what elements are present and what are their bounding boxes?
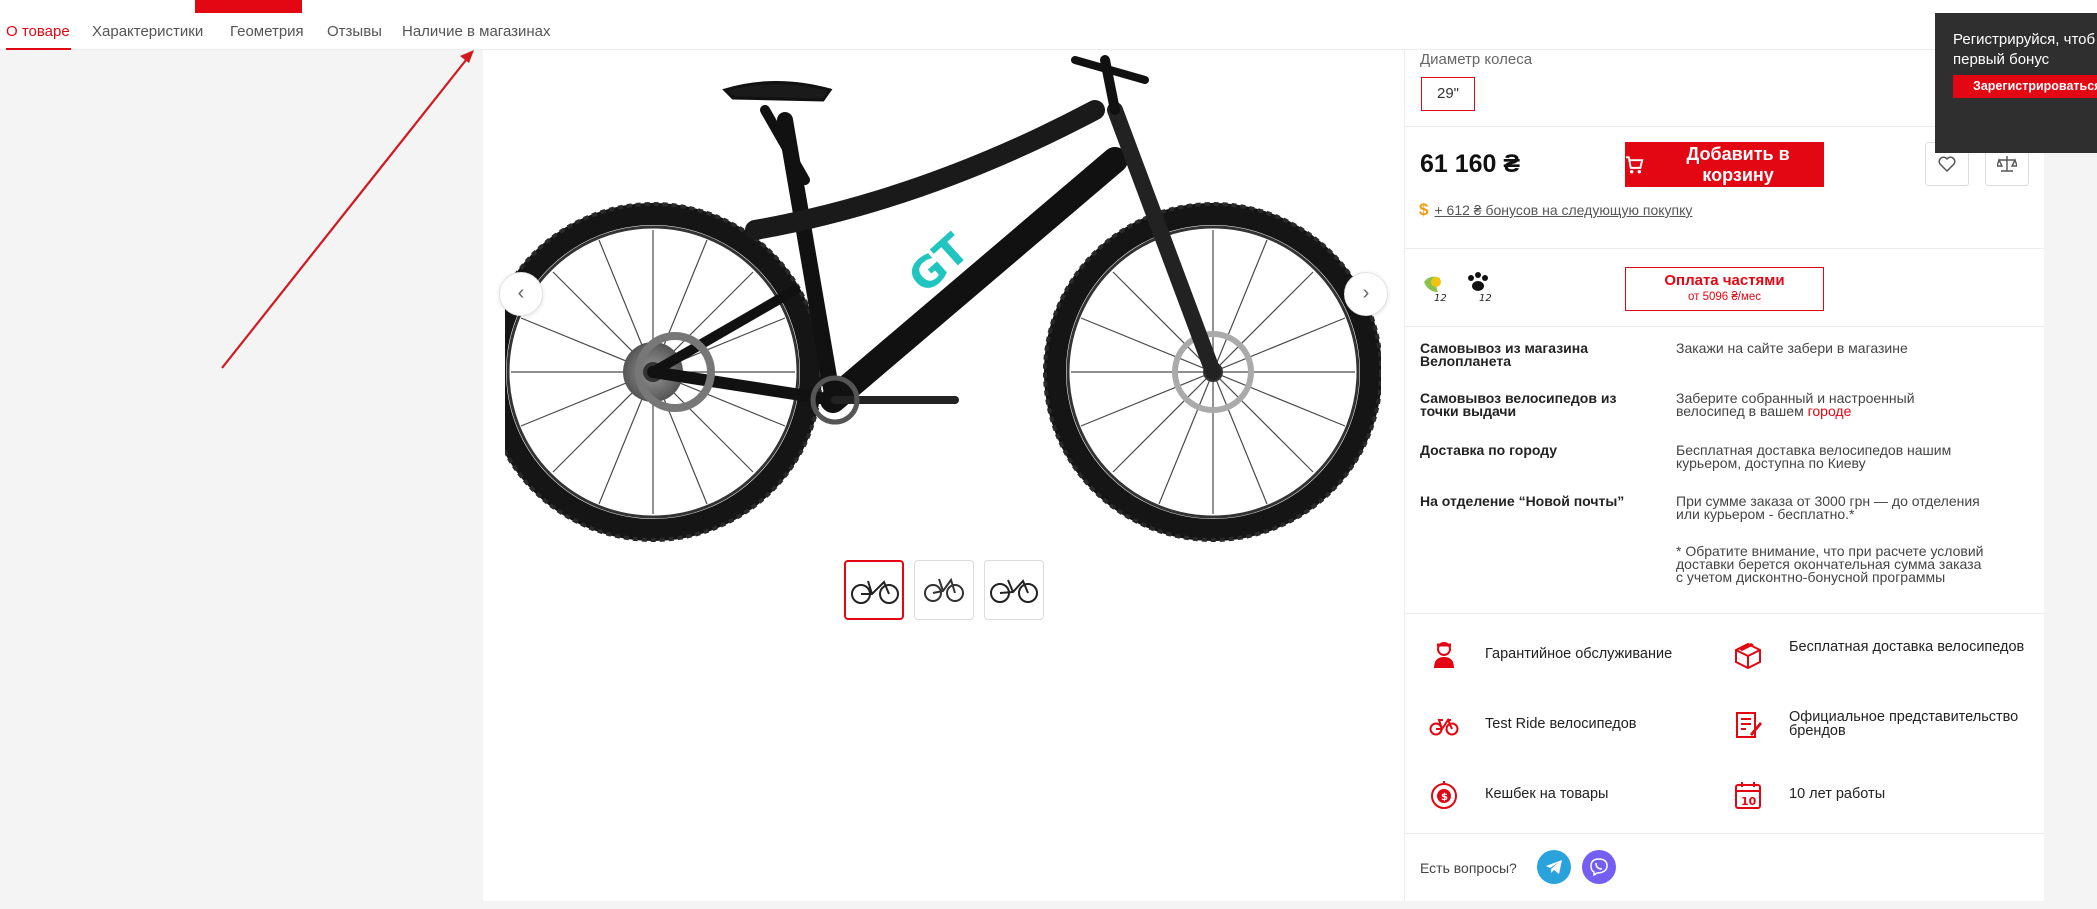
add-to-cart-button[interactable]: Добавить в корзину [1625,142,1824,187]
telegram-icon [1546,860,1562,874]
delivery-title: Доставка по городу [1420,442,1558,458]
wheel-size-option[interactable]: 29" [1421,77,1475,111]
thumbnail-2[interactable] [914,560,974,620]
bonus-dollar-icon: $ [1419,200,1429,219]
cashback-icon: $ [1431,781,1457,809]
certificate-icon [1736,712,1762,738]
divider [1405,833,2044,834]
delivery-box-icon [1735,642,1761,670]
installment-bank-icon[interactable]: 12 [1420,272,1448,304]
delivery-title: Самовывоз велосипедов из точки выдачи [1420,390,1617,419]
popup-text: Регистрируйся, чтоб первый бонус [1953,30,2095,70]
active-tab-underline [6,48,71,50]
bonus-link[interactable]: + 612 ₴ бонусов на следующую покупку [1434,202,1692,218]
delivery-note: * Обратите внимание, что при расчете усл… [1676,543,1984,585]
bonus-info: $ + 612 ₴ бонусов на следующую покупку [1419,200,1692,220]
questions-label: Есть вопросы? [1420,860,1517,876]
pay-in-parts-title: Оплата частями [1664,272,1785,289]
popup-line-2: первый бонус [1953,51,2050,68]
product-tabs: О товаре Характеристики Геометрия Отзывы… [0,13,2097,50]
viber-icon [1590,858,1608,876]
installment-paw-icon[interactable]: 12 [1465,272,1493,304]
divider [1405,248,2044,249]
register-button[interactable]: Зарегистрироваться [1953,75,2097,98]
heart-icon [1938,156,1956,172]
tab-about[interactable]: О товаре [6,23,70,40]
advantage-warranty: Гарантийное обслуживание [1485,646,1673,662]
delivery-text-main: Заберите собранный и настроенный велосип… [1676,390,1915,419]
svg-text:$: $ [1441,792,1448,803]
scales-icon [1997,156,2017,172]
product-image-bicycle[interactable]: GT [505,50,1381,542]
delivery-title: Самовывоз из магазина Велопланета [1420,340,1588,369]
tab-reviews[interactable]: Отзывы [327,23,382,40]
registration-popup: Регистрируйся, чтоб первый бонус Зарегис… [1935,13,2097,153]
delivery-text: Бесплатная доставка велосипедов нашим ку… [1676,442,1952,471]
gallery-prev-button[interactable]: ‹ [499,272,543,316]
advantage-cashback: Кешбек на товары [1485,786,1609,802]
advantage-test-ride: Test Ride велосипедов [1485,716,1637,732]
thumbnail-1[interactable] [844,560,904,620]
add-to-cart-label: Добавить в корзину [1686,143,1790,185]
top-bar [0,0,2097,13]
svg-text:12: 12 [1479,293,1492,302]
popup-line-1: Регистрируйся, чтоб [1953,31,2096,48]
advantage-10-years: 10 лет работы [1789,786,1886,802]
cart-icon [1625,155,1644,173]
tab-specs[interactable]: Характеристики [92,23,203,40]
advantage-official-brands: Официальное представительство брендов [1789,709,2019,739]
gallery-next-button[interactable]: › [1344,272,1388,316]
divider [1405,326,2044,327]
column-divider [1404,50,1405,901]
tab-geometry[interactable]: Геометрия [230,23,304,40]
mechanic-icon [1434,642,1454,668]
delivery-text: Закажи на сайте забери в магазине [1676,340,1908,356]
pay-in-parts-subtitle: от 5096 ₴/мес [1687,291,1762,303]
wheel-diameter-label: Диаметр колеса [1420,51,1533,68]
delivery-title: На отделение “Новой почты” [1420,493,1625,509]
pay-in-parts-button[interactable]: Оплата частями от 5096 ₴/мес [1625,267,1824,311]
viber-button[interactable] [1582,850,1616,884]
city-link[interactable]: городе [1808,403,1852,419]
advantage-free-delivery: Бесплатная доставка велосипедов [1789,639,2025,655]
thumbnail-3[interactable] [984,560,1044,620]
delivery-text: При сумме заказа от 3000 грн — до отделе… [1676,493,1980,522]
svg-text:12: 12 [1434,293,1447,302]
top-active-menu-marker [195,0,302,13]
product-price: 61 160 ₴ [1420,150,1521,178]
delivery-text: Заберите собранный и настроенный велосип… [1676,390,1986,419]
calendar-icon: 10 [1735,782,1761,809]
telegram-button[interactable] [1537,850,1571,884]
svg-text:10: 10 [1741,795,1757,808]
tab-store-availability[interactable]: Наличие в магазинах [402,23,551,40]
bicycle-icon [1429,717,1459,736]
divider [1405,613,2044,614]
